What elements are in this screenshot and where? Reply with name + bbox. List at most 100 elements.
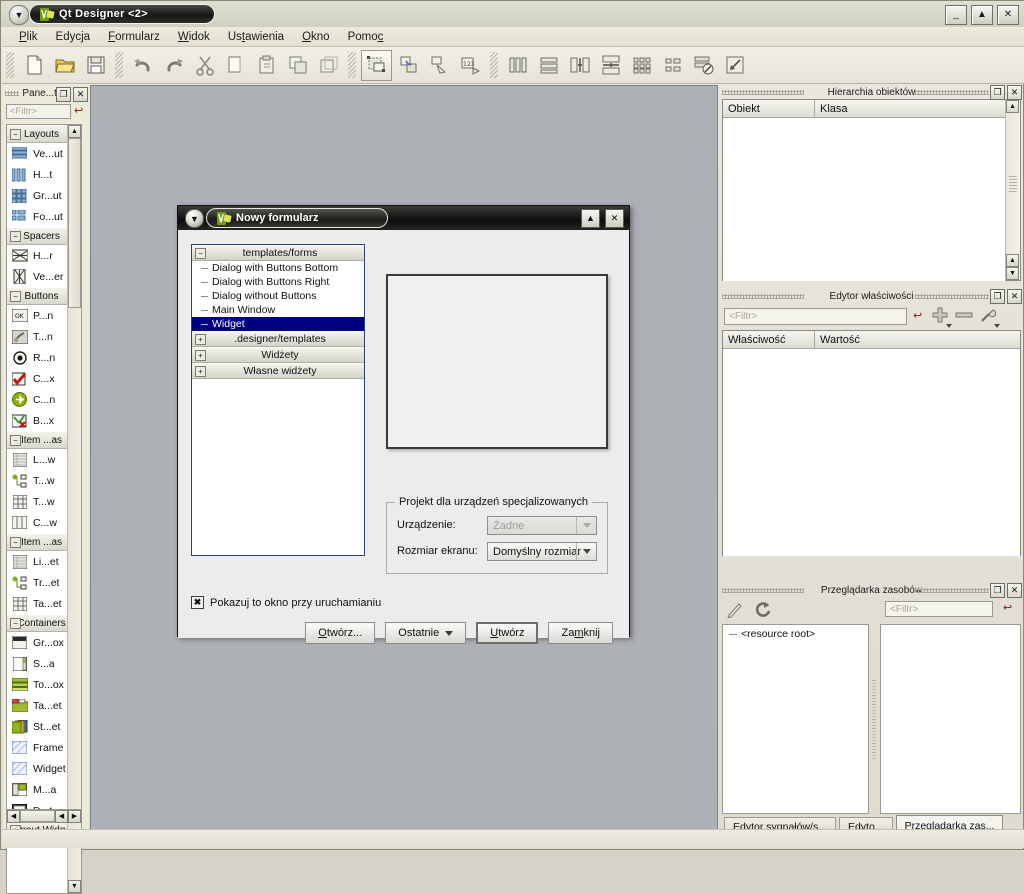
tree-item-main-window[interactable]: Main Window: [192, 303, 364, 317]
tree-item-dialog-buttons-right[interactable]: Dialog with Buttons Right: [192, 275, 364, 289]
dock-grip-icon-right[interactable]: [915, 588, 989, 593]
column-header-klasa[interactable]: Klasa: [815, 100, 1005, 117]
tree-group-designer-templates[interactable]: + .designer/templates: [192, 331, 364, 347]
splitter-handle[interactable]: [872, 624, 878, 814]
widget-item-frame[interactable]: Frame: [7, 737, 70, 758]
dock-grip-icon-right[interactable]: [915, 294, 989, 299]
redo-icon[interactable]: [159, 51, 188, 80]
adjust-size-icon[interactable]: [720, 51, 749, 80]
widget-box-scrollbar[interactable]: ▲ ▼: [67, 125, 81, 893]
toolbar-grip[interactable]: [6, 52, 14, 78]
object-inspector-tree[interactable]: Obiekt Klasa ▲ ▲ ▼: [722, 99, 1021, 281]
widget-item-radio-button[interactable]: R...n: [7, 347, 70, 368]
property-editor-table[interactable]: Właściwość Wartość: [722, 330, 1021, 556]
close-button[interactable]: ✕: [997, 5, 1019, 25]
scroll-right-button[interactable]: ▶: [68, 809, 81, 823]
menu-ustawienia[interactable]: Ustawienia: [219, 29, 293, 45]
new-file-icon[interactable]: [19, 51, 48, 80]
maximize-button[interactable]: ▲: [971, 5, 993, 25]
duplicate-icon[interactable]: [283, 51, 312, 80]
widget-item-vertical-layout[interactable]: Ve...ut: [7, 143, 70, 164]
widget-item-command-link-button[interactable]: C...n: [7, 389, 70, 410]
open-button[interactable]: Otwórz...: [305, 622, 376, 644]
menu-okno[interactable]: Okno: [293, 29, 339, 45]
chevron-down-icon[interactable]: [576, 543, 596, 560]
layout-horizontal-icon[interactable]: [503, 51, 532, 80]
widget-category-buttons[interactable]: − Buttons: [7, 287, 70, 305]
widget-item-stacked-widget[interactable]: St...et: [7, 716, 70, 737]
scroll-left-button[interactable]: ◀: [7, 809, 20, 823]
collapse-icon[interactable]: −: [195, 248, 206, 259]
undo-icon[interactable]: [128, 51, 157, 80]
delete-icon[interactable]: [314, 51, 343, 80]
reload-icon[interactable]: [754, 600, 772, 621]
expand-icon[interactable]: +: [195, 350, 206, 361]
widget-item-form-layout[interactable]: Fo...ut: [7, 206, 70, 227]
menu-edycja[interactable]: Edycja: [47, 29, 100, 45]
widget-item-tree-widget[interactable]: Tr...et: [7, 572, 70, 593]
dock-grip-icon[interactable]: [5, 91, 19, 96]
menu-formularz[interactable]: Formularz: [99, 29, 169, 45]
close-button[interactable]: ✕: [1007, 289, 1022, 304]
tree-group-widzety[interactable]: + Widżety: [192, 347, 364, 363]
add-property-icon[interactable]: [931, 306, 952, 328]
widget-category-item-views[interactable]: − Item ...as: [7, 431, 70, 449]
shade-button[interactable]: ▲: [581, 209, 600, 228]
scroll-thumb[interactable]: [68, 138, 81, 308]
widget-item-column-view[interactable]: C...w: [7, 512, 70, 533]
widget-box-filter-input[interactable]: <Filtr>: [6, 104, 71, 119]
toolbar-grip-4[interactable]: [490, 52, 498, 78]
tree-item-widget[interactable]: Widget: [192, 317, 364, 331]
collapse-icon[interactable]: −: [10, 435, 21, 446]
window-menu-icon[interactable]: ▼: [9, 5, 29, 25]
widget-item-list-view[interactable]: L...w: [7, 449, 70, 470]
collapse-icon[interactable]: −: [10, 537, 21, 548]
object-inspector-scrollbar[interactable]: ▲ ▲ ▼: [1005, 100, 1020, 280]
float-button[interactable]: ❐: [990, 85, 1005, 100]
clear-filter-icon[interactable]: ↩: [913, 310, 925, 323]
widget-item-group-box[interactable]: Gr...ox: [7, 632, 70, 653]
close-button[interactable]: ✕: [605, 209, 624, 228]
clear-filter-icon[interactable]: ↩: [74, 105, 86, 118]
widget-item-scroll-area[interactable]: S...a: [7, 653, 70, 674]
collapse-icon[interactable]: −: [10, 291, 21, 302]
expand-icon[interactable]: +: [195, 366, 206, 377]
edit-buddies-icon[interactable]: [425, 51, 454, 80]
layout-vertical-icon[interactable]: [534, 51, 563, 80]
remove-property-icon[interactable]: [955, 309, 973, 324]
create-button[interactable]: Utwórz: [476, 622, 539, 644]
widget-box-hscrollbar[interactable]: ◀ ◀ ▶: [6, 809, 82, 823]
scroll-up-button-2[interactable]: ▲: [1006, 254, 1019, 267]
float-button[interactable]: ❐: [56, 87, 71, 102]
widget-category-containers[interactable]: − Containers: [7, 614, 70, 632]
configure-icon[interactable]: [979, 306, 1000, 328]
widget-item-list-widget[interactable]: Li...et: [7, 551, 70, 572]
widget-item-tool-box[interactable]: To...ox: [7, 674, 70, 695]
minimize-button[interactable]: _: [945, 5, 967, 25]
collapse-icon[interactable]: −: [10, 618, 21, 629]
show-on-startup-checkbox[interactable]: ✖: [191, 596, 204, 609]
property-filter-input[interactable]: <Filtr>: [724, 308, 907, 325]
resource-tree-pane[interactable]: <resource root>: [722, 624, 869, 814]
scroll-down-button[interactable]: ▼: [68, 880, 81, 893]
paste-icon[interactable]: [252, 51, 281, 80]
layout-splitter-h-icon[interactable]: [565, 51, 594, 80]
widget-item-grid-layout[interactable]: Gr...ut: [7, 185, 70, 206]
widget-item-tool-button[interactable]: T...n: [7, 326, 70, 347]
edit-resources-icon[interactable]: [726, 600, 744, 621]
cut-icon[interactable]: [190, 51, 219, 80]
close-button[interactable]: ✕: [73, 87, 88, 102]
widget-item-push-button[interactable]: OK P...n: [7, 305, 70, 326]
copy-icon[interactable]: [221, 51, 250, 80]
widget-category-item-widgets[interactable]: − Item ...as: [7, 533, 70, 551]
tree-group-wlasne-widzety[interactable]: + Własne widżety: [192, 363, 364, 379]
break-layout-icon[interactable]: [689, 51, 718, 80]
close-button[interactable]: ✕: [1007, 583, 1022, 598]
open-folder-icon[interactable]: [50, 51, 79, 80]
property-editor-rows[interactable]: [723, 349, 1020, 556]
widget-item-check-box[interactable]: C...x: [7, 368, 70, 389]
scroll-up-button[interactable]: ▲: [68, 125, 81, 138]
close-button[interactable]: Zamknij: [548, 622, 613, 644]
layout-splitter-v-icon[interactable]: [596, 51, 625, 80]
toolbar-grip-2[interactable]: [115, 52, 123, 78]
